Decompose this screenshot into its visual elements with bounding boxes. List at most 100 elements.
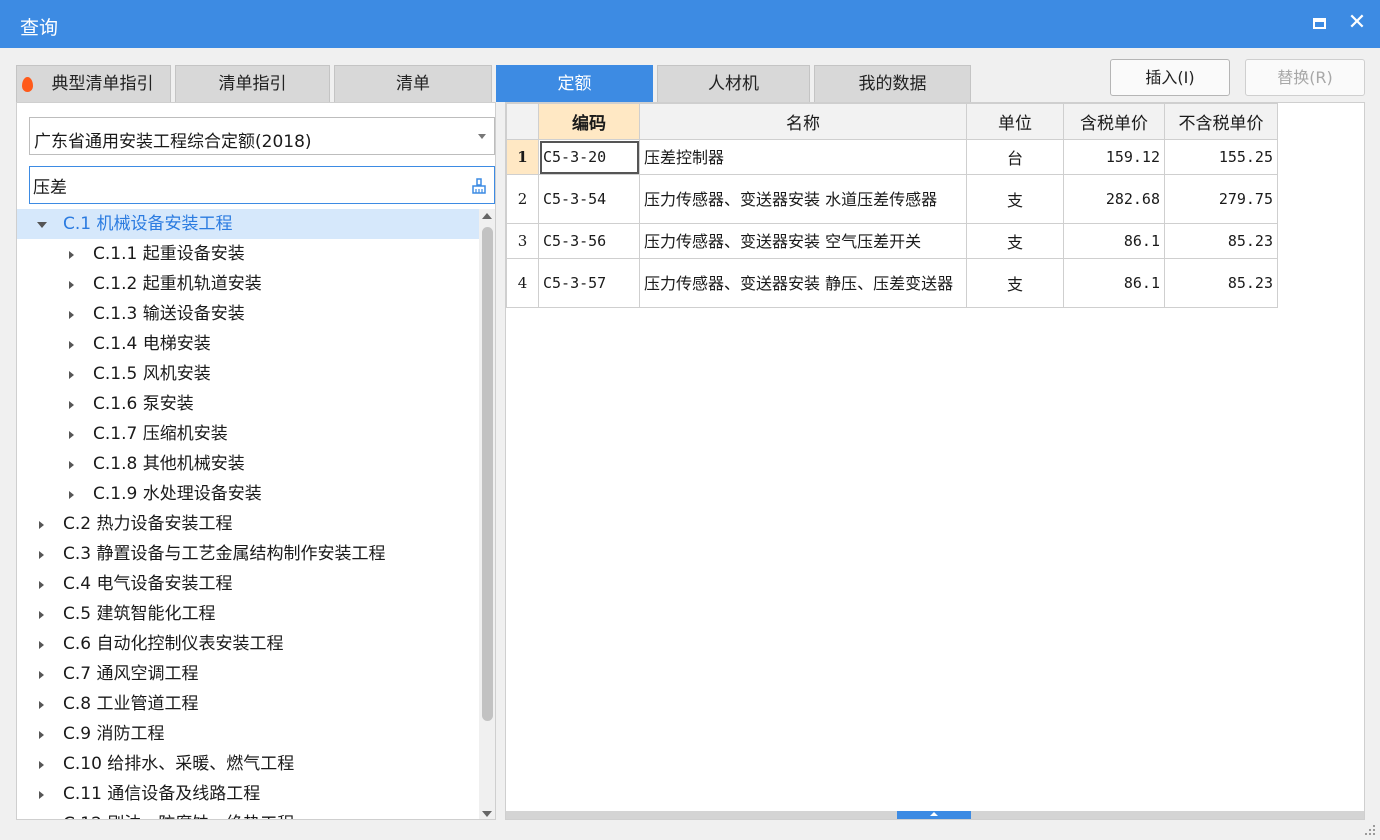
- cell-unit[interactable]: 支: [966, 174, 1064, 224]
- cell-code[interactable]: C5-3-56: [538, 223, 640, 259]
- expand-right-icon[interactable]: [39, 731, 44, 739]
- tree-node-chapter[interactable]: C.7 通风空调工程: [17, 659, 479, 689]
- table-row[interactable]: 4 C5-3-57 压力传感器、变送器安装 静压、压差变送器 支 86.1 85…: [506, 258, 1278, 308]
- tree-node-section[interactable]: C.1.6 泵安装: [17, 389, 479, 419]
- header-unit[interactable]: 单位: [966, 103, 1064, 140]
- cell-price-tax[interactable]: 159.12: [1063, 139, 1165, 175]
- expand-right-icon[interactable]: [69, 251, 74, 259]
- horizontal-scrollbar[interactable]: [506, 811, 1364, 819]
- expand-right-icon[interactable]: [69, 461, 74, 469]
- cell-price-tax[interactable]: 282.68: [1063, 174, 1165, 224]
- expand-right-icon[interactable]: [69, 401, 74, 409]
- header-price-notax[interactable]: 不含税单价: [1164, 103, 1278, 140]
- cell-price-notax[interactable]: 155.25: [1164, 139, 1278, 175]
- cell-name[interactable]: 压力传感器、变送器安装 静压、压差变送器: [639, 258, 967, 308]
- flame-icon: [22, 77, 33, 92]
- cell-unit[interactable]: 支: [966, 258, 1064, 308]
- tree-node-chapter[interactable]: C.6 自动化控制仪表安装工程: [17, 629, 479, 659]
- splitter-handle[interactable]: [897, 811, 971, 819]
- table-row[interactable]: 2 C5-3-54 压力传感器、变送器安装 水道压差传感器 支 282.68 2…: [506, 174, 1278, 224]
- tree-node-chapter[interactable]: C.9 消防工程: [17, 719, 479, 749]
- search-input[interactable]: [33, 173, 453, 197]
- expand-right-icon[interactable]: [39, 671, 44, 679]
- cell-price-notax[interactable]: 85.23: [1164, 258, 1278, 308]
- tree-node-label: C.1.5 风机安装: [93, 364, 211, 384]
- cell-unit[interactable]: 台: [966, 139, 1064, 175]
- tree-node-label: C.1.6 泵安装: [93, 394, 194, 414]
- expand-right-icon[interactable]: [39, 521, 44, 529]
- tree-node-section[interactable]: C.1.9 水处理设备安装: [17, 479, 479, 509]
- tree-node-chapter[interactable]: C.2 热力设备安装工程: [17, 509, 479, 539]
- tree-node-section[interactable]: C.1.5 风机安装: [17, 359, 479, 389]
- tab-my-data[interactable]: 我的数据: [814, 65, 971, 102]
- search-field[interactable]: [29, 166, 495, 204]
- replace-button[interactable]: 替换(R): [1245, 59, 1365, 96]
- tree-node-section[interactable]: C.1.4 电梯安装: [17, 329, 479, 359]
- tab-label: 我的数据: [858, 74, 927, 94]
- cell-price-notax[interactable]: 279.75: [1164, 174, 1278, 224]
- cell-name[interactable]: 压差控制器: [639, 139, 967, 175]
- tab-quota[interactable]: 定额: [496, 65, 653, 102]
- header-code[interactable]: 编码: [538, 103, 640, 140]
- tree-node-label: C.6 自动化控制仪表安装工程: [63, 634, 284, 654]
- tree-node-section[interactable]: C.1.2 起重机轨道安装: [17, 269, 479, 299]
- tree-node-label: C.2 热力设备安装工程: [63, 514, 233, 534]
- tree-node-chapter[interactable]: C.10 给排水、采暖、燃气工程: [17, 749, 479, 779]
- tab-bill-guide[interactable]: 清单指引: [175, 65, 330, 102]
- tree-node-section[interactable]: C.1.8 其他机械安装: [17, 449, 479, 479]
- insert-button[interactable]: 插入(I): [1110, 59, 1230, 96]
- scrollbar-thumb[interactable]: [482, 227, 493, 721]
- expand-right-icon[interactable]: [69, 371, 74, 379]
- expand-right-icon[interactable]: [39, 641, 44, 649]
- cell-code[interactable]: C5-3-54: [538, 174, 640, 224]
- header-price-tax[interactable]: 含税单价: [1063, 103, 1165, 140]
- expand-right-icon[interactable]: [69, 341, 74, 349]
- expand-right-icon[interactable]: [39, 701, 44, 709]
- tree-node-chapter[interactable]: C.5 建筑智能化工程: [17, 599, 479, 629]
- tree-node-chapter[interactable]: C.12 刷油、防腐蚀、绝热工程: [17, 809, 479, 819]
- library-select[interactable]: 广东省通用安装工程综合定额(2018): [29, 117, 495, 155]
- expand-right-icon[interactable]: [39, 611, 44, 619]
- expand-down-icon[interactable]: [37, 222, 47, 228]
- expand-right-icon[interactable]: [39, 791, 44, 799]
- expand-right-icon[interactable]: [39, 581, 44, 589]
- expand-right-icon[interactable]: [69, 281, 74, 289]
- cell-code[interactable]: C5-3-57: [538, 258, 640, 308]
- cell-unit[interactable]: 支: [966, 223, 1064, 259]
- tab-labor-material-machine[interactable]: 人材机: [657, 65, 810, 102]
- close-icon[interactable]: ✕: [1346, 10, 1368, 36]
- cell-name[interactable]: 压力传感器、变送器安装 空气压差开关: [639, 223, 967, 259]
- expand-right-icon[interactable]: [69, 311, 74, 319]
- cell-price-tax[interactable]: 86.1: [1063, 223, 1165, 259]
- tree-node-label: C.1.4 电梯安装: [93, 334, 211, 354]
- expand-right-icon[interactable]: [69, 491, 74, 499]
- header-name[interactable]: 名称: [639, 103, 967, 140]
- expand-right-icon[interactable]: [69, 431, 74, 439]
- cell-price-tax[interactable]: 86.1: [1063, 258, 1165, 308]
- scroll-down-icon[interactable]: [482, 811, 492, 817]
- expand-right-icon[interactable]: [39, 761, 44, 769]
- cell-price-notax[interactable]: 85.23: [1164, 223, 1278, 259]
- tree-node-chapter[interactable]: C.4 电气设备安装工程: [17, 569, 479, 599]
- expand-right-icon[interactable]: [39, 551, 44, 559]
- tab-typical-bill-guide[interactable]: 典型清单指引: [16, 65, 171, 102]
- table-row[interactable]: 1 C5-3-20 压差控制器 台 159.12 155.25: [506, 139, 1278, 175]
- tree-node-section[interactable]: C.1.3 输送设备安装: [17, 299, 479, 329]
- title-bar: 查询 ✕: [0, 0, 1380, 48]
- tree-node-chapter[interactable]: C.11 通信设备及线路工程: [17, 779, 479, 809]
- tree-node-section[interactable]: C.1.7 压缩机安装: [17, 419, 479, 449]
- tree-node-label: C.1.2 起重机轨道安装: [93, 274, 262, 294]
- cell-code[interactable]: C5-3-20: [538, 139, 640, 175]
- cell-name[interactable]: 压力传感器、变送器安装 水道压差传感器: [639, 174, 967, 224]
- tree-node-section[interactable]: C.1.1 起重设备安装: [17, 239, 479, 269]
- tree-node-chapter[interactable]: C.8 工业管道工程: [17, 689, 479, 719]
- maximize-icon[interactable]: [1310, 14, 1330, 34]
- clear-brush-icon[interactable]: [471, 178, 487, 194]
- scroll-up-icon[interactable]: [482, 213, 492, 219]
- resize-grip-icon[interactable]: [1362, 822, 1376, 836]
- tree-scrollbar[interactable]: [479, 209, 495, 819]
- tab-bill[interactable]: 清单: [334, 65, 492, 102]
- tree-node-chapter[interactable]: C.3 静置设备与工艺金属结构制作安装工程: [17, 539, 479, 569]
- table-row[interactable]: 3 C5-3-56 压力传感器、变送器安装 空气压差开关 支 86.1 85.2…: [506, 223, 1278, 259]
- tree-node-chapter[interactable]: C.1 机械设备安装工程: [17, 209, 479, 239]
